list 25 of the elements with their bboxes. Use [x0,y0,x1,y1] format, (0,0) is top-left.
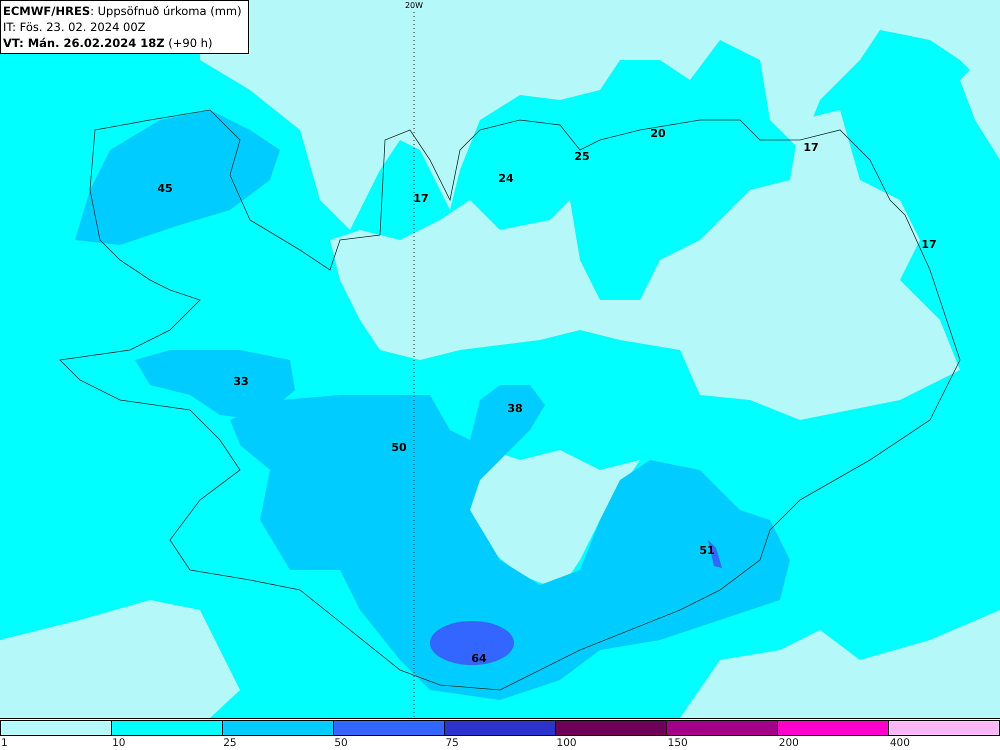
legend-tick-label: 150 [668,737,688,749]
precipitation-value: 45 [157,182,173,195]
header-line: VT: Mán. 26.02.2024 18Z (+90 h) [3,35,214,51]
precipitation-value: 50 [391,441,407,454]
precipitation-value: 51 [699,544,715,557]
legend-tick-label: 200 [778,737,799,749]
legend-tick-label: 10 [112,737,126,749]
legend-tick-label: 400 [890,737,910,749]
meridian-label: 20W [404,1,424,10]
precipitation-value: 20 [650,127,666,140]
precipitation-value: 25 [574,150,590,163]
precipitation-value: 17 [921,238,937,251]
legend-tick-label: 1 [1,737,8,749]
precipitation-value: 17 [803,141,819,154]
precipitation-value: 33 [233,375,249,388]
precipitation-value: 24 [498,172,514,185]
precipitation-value: 38 [507,402,523,415]
header-line: IT: Fös. 23. 02. 2024 00Z [3,19,147,35]
legend-tick-label: 50 [334,737,348,749]
precipitation-value: 17 [413,192,429,205]
legend-tick-label: 100 [556,737,577,749]
legend-tick-label: 75 [445,737,459,749]
legend-tick-label: 25 [223,737,237,749]
header-line: ECMWF/HRES: Uppsöfnuð úrkoma (mm) [3,3,242,19]
precipitation-value: 64 [471,652,487,665]
